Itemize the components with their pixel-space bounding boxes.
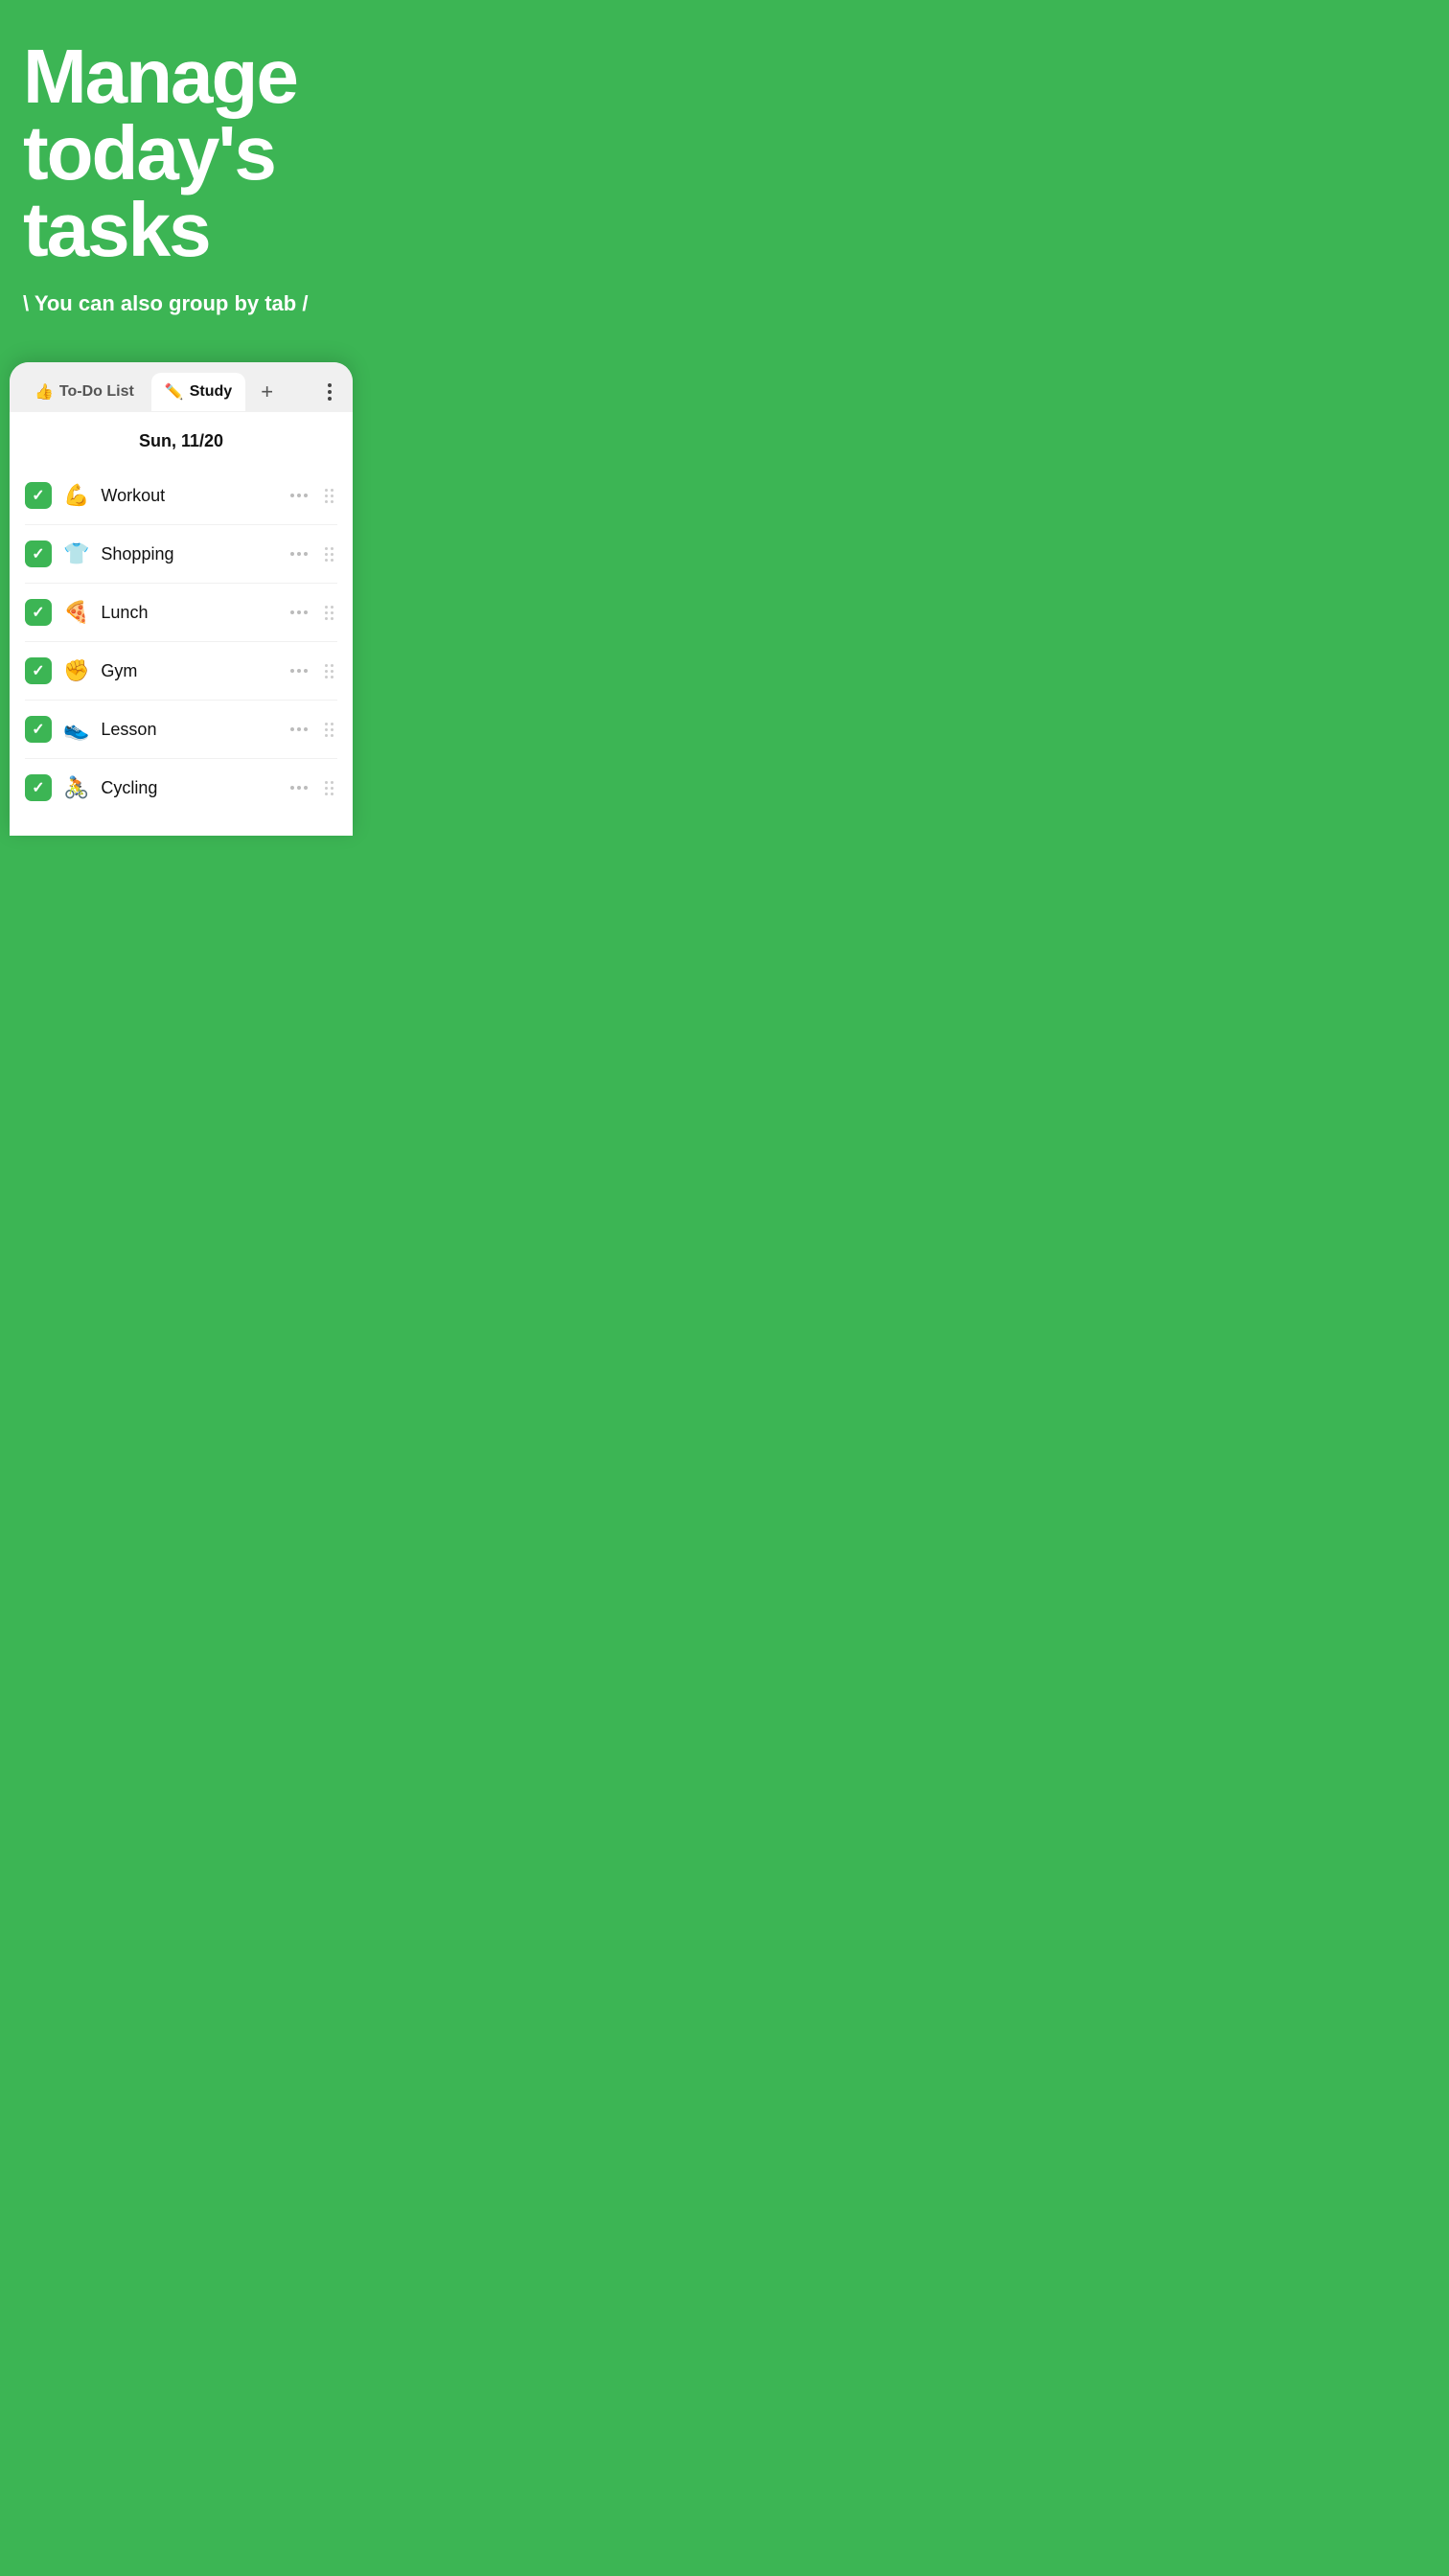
drag-handle[interactable] xyxy=(321,660,337,682)
task-emoji: 👟 xyxy=(63,717,89,742)
task-row: ✓ ✊ Gym xyxy=(25,642,337,701)
checkmark-icon: ✓ xyxy=(32,661,44,680)
task-checkbox[interactable]: ✓ xyxy=(25,540,52,567)
tab-study[interactable]: ✏️ Study xyxy=(151,373,245,411)
checkmark-icon: ✓ xyxy=(32,720,44,739)
drag-handle[interactable] xyxy=(321,485,337,507)
tab-todo-emoji: 👍 xyxy=(34,382,54,402)
task-row: ✓ 🚴 Cycling xyxy=(25,759,337,816)
task-list: ✓ 💪 Workout ✓ 👕 Shopping xyxy=(10,467,353,816)
task-checkbox[interactable]: ✓ xyxy=(25,774,52,801)
drag-handle[interactable] xyxy=(321,602,337,624)
task-name: Cycling xyxy=(101,778,275,798)
task-checkbox[interactable]: ✓ xyxy=(25,599,52,626)
checkmark-icon: ✓ xyxy=(32,486,44,505)
options-button[interactable] xyxy=(287,665,311,677)
add-tab-button[interactable]: + xyxy=(251,372,283,412)
tabs-bar: 👍 To-Do List ✏️ Study + xyxy=(10,362,353,412)
options-button[interactable] xyxy=(287,548,311,560)
more-menu-button[interactable] xyxy=(318,376,341,408)
task-name: Lesson xyxy=(101,720,275,740)
task-row: ✓ 🍕 Lunch xyxy=(25,584,337,642)
options-button[interactable] xyxy=(287,724,311,735)
task-row: ✓ 👟 Lesson xyxy=(25,701,337,759)
tab-study-label: Study xyxy=(190,383,232,401)
hero-section: Manage today's tasks \ You can also grou… xyxy=(0,0,362,362)
drag-handle[interactable] xyxy=(321,719,337,741)
task-emoji: ✊ xyxy=(63,658,89,683)
task-actions xyxy=(287,543,337,565)
checkmark-icon: ✓ xyxy=(32,544,44,564)
checkmark-icon: ✓ xyxy=(32,778,44,797)
task-name: Gym xyxy=(101,661,275,681)
task-name: Lunch xyxy=(101,603,275,623)
task-checkbox[interactable]: ✓ xyxy=(25,716,52,743)
task-emoji: 🍕 xyxy=(63,600,89,625)
options-button[interactable] xyxy=(287,490,311,501)
drag-handle[interactable] xyxy=(321,777,337,799)
task-actions xyxy=(287,660,337,682)
task-actions xyxy=(287,719,337,741)
hero-title: Manage today's tasks xyxy=(23,38,339,268)
hero-subtitle: \ You can also group by tab / xyxy=(23,291,339,316)
options-button[interactable] xyxy=(287,607,311,618)
app-card: 👍 To-Do List ✏️ Study + Sun, 11/20 ✓ 💪 W… xyxy=(10,362,353,836)
tab-todo[interactable]: 👍 To-Do List xyxy=(21,373,148,411)
task-row: ✓ 👕 Shopping xyxy=(25,525,337,584)
card-body: Sun, 11/20 ✓ 💪 Workout xyxy=(10,412,353,836)
task-checkbox[interactable]: ✓ xyxy=(25,482,52,509)
task-actions xyxy=(287,485,337,507)
drag-handle[interactable] xyxy=(321,543,337,565)
tab-todo-label: To-Do List xyxy=(59,383,134,401)
task-actions xyxy=(287,777,337,799)
task-emoji: 🚴 xyxy=(63,775,89,800)
checkmark-icon: ✓ xyxy=(32,603,44,622)
task-emoji: 👕 xyxy=(63,541,89,566)
task-checkbox[interactable]: ✓ xyxy=(25,657,52,684)
task-name: Workout xyxy=(101,486,275,506)
tab-study-emoji: ✏️ xyxy=(165,382,184,402)
task-name: Shopping xyxy=(101,544,275,564)
task-emoji: 💪 xyxy=(63,483,89,508)
task-actions xyxy=(287,602,337,624)
task-row: ✓ 💪 Workout xyxy=(25,467,337,525)
options-button[interactable] xyxy=(287,782,311,794)
date-header: Sun, 11/20 xyxy=(10,412,353,467)
